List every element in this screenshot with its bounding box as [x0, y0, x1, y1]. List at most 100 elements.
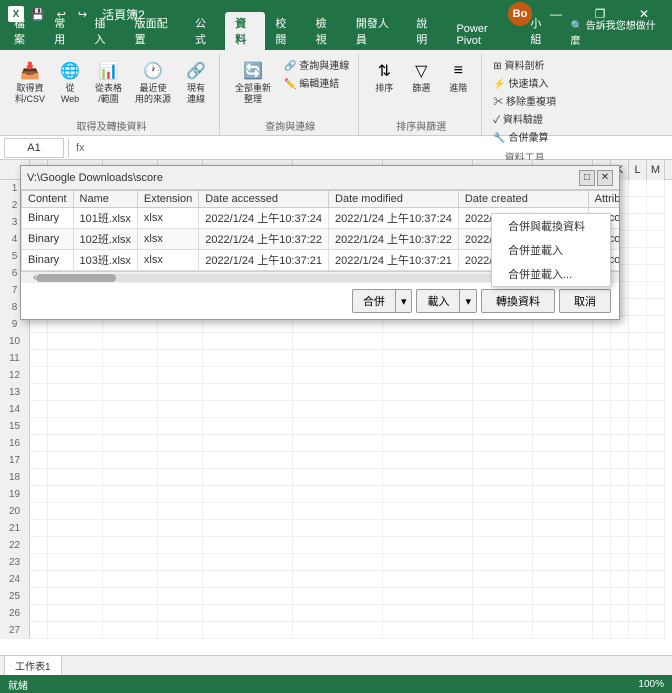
ribbon-btn-filter[interactable]: ▽ 篩選: [404, 56, 438, 97]
get-csv-label: 取得資料/CSV: [15, 83, 45, 105]
dropdown-item-combine-transform[interactable]: 合併與載換資料: [492, 214, 610, 238]
ribbon-btn-validate[interactable]: ✓ 資料驗證: [490, 110, 559, 127]
status-right: 100%: [638, 679, 664, 690]
tab-powerpivot[interactable]: Power Pivot: [446, 20, 520, 50]
ribbon-btn-edit-links[interactable]: ✏️ 編輯連結: [281, 74, 352, 91]
ribbon-btn-sort[interactable]: ⇅ 排序: [367, 56, 401, 97]
combine-dropdown-menu: 合併與載換資料 合併並載入 合併並載入...: [491, 213, 611, 287]
list-item: 101班.xlsx: [73, 208, 137, 229]
ribbon-group-get-data: 📥 取得資料/CSV 🌐 從Web 📊 從表格/範圍 🕐 最近使用的來源 🔗 現…: [4, 54, 220, 135]
tab-team[interactable]: 小組: [520, 12, 560, 50]
tab-view[interactable]: 檢視: [306, 12, 346, 50]
recent-icon: 🕐: [141, 59, 165, 83]
sort-label: 排序: [375, 83, 393, 94]
ribbon-btn-remove-dup[interactable]: ✂ 移除重複項: [490, 92, 559, 109]
combine-btn-group: 合併 ▾: [352, 289, 413, 313]
list-item: Binary: [22, 250, 74, 271]
ribbon-btn-get-csv[interactable]: 📥 取得資料/CSV: [10, 56, 50, 108]
zoom-level: 100%: [638, 679, 664, 690]
ribbon-btn-flash-fill[interactable]: ⚡ 快速填入: [490, 74, 559, 91]
tab-file[interactable]: 檔案: [4, 12, 44, 50]
combine-dropdown-btn[interactable]: ▾: [396, 289, 413, 313]
ribbon-col-data-tools: ⊞ 資料剖析 ⚡ 快速填入 ✂ 移除重複項 ✓ 資料驗證 🔧 合併彙算: [490, 56, 559, 145]
tab-insert[interactable]: 插入: [84, 12, 124, 50]
ribbon-group-get-data-content: 📥 取得資料/CSV 🌐 從Web 📊 從表格/範圍 🕐 最近使用的來源 🔗 現…: [10, 54, 213, 116]
list-item: xlsx: [137, 250, 198, 271]
tab-layout[interactable]: 版面配置: [125, 12, 185, 50]
ribbon-group-sort: ⇅ 排序 ▽ 篩選 ≡ 進階 排序與篩選: [361, 54, 482, 135]
ribbon-tabs: 檔案 常用 插入 版面配置 公式 資料 校閱 檢視 開發人員 說明 Power …: [0, 28, 672, 50]
dropdown-item-combine-load[interactable]: 合併並載入: [492, 238, 610, 262]
tab-search[interactable]: 🔍 告訴我您想做什麼: [561, 14, 668, 50]
formula-divider: [68, 139, 69, 157]
tab-review[interactable]: 校閱: [265, 12, 305, 50]
dialog-query: V:\Google Downloads\score □ ✕ Content Na…: [20, 165, 620, 320]
dialog-footer: 合併 ▾ 載入 ▾ 轉換資料 取消 合併與載換資料 合併並載入 合併並載入...: [21, 283, 619, 319]
ribbon-btn-consolidate[interactable]: 🔧 合併彙算: [490, 128, 559, 145]
list-item: 2022/1/24 上午10:37:21: [329, 250, 459, 271]
tab-formulas[interactable]: 公式: [185, 12, 225, 50]
ribbon-btn-web[interactable]: 🌐 從Web: [53, 56, 87, 108]
ribbon-btn-refresh-all[interactable]: 🔄 全部重新整理: [228, 56, 278, 108]
tab-data[interactable]: 資料: [225, 12, 265, 50]
recent-label: 最近使用的來源: [135, 83, 171, 105]
table-label: 從表格/範圍: [95, 83, 122, 105]
scrollbar-thumb[interactable]: [36, 274, 116, 282]
dialog-overlay: V:\Google Downloads\score □ ✕ Content Na…: [0, 160, 672, 655]
ribbon-btn-recent[interactable]: 🕐 最近使用的來源: [130, 56, 176, 108]
main-area: A B C D E F G H I J K L M 12345678910111…: [0, 160, 672, 655]
th-extension: Extension: [137, 191, 198, 208]
ribbon-group-data-tools-content: ⊞ 資料剖析 ⚡ 快速填入 ✂ 移除重複項 ✓ 資料驗證 🔧 合併彙算: [490, 54, 559, 147]
tab-developer[interactable]: 開發人員: [346, 12, 406, 50]
existing-label: 現有連線: [187, 83, 205, 105]
formula-bar: A1 fx: [0, 136, 672, 160]
web-label: 從Web: [61, 83, 79, 105]
web-icon: 🌐: [58, 59, 82, 83]
load-dropdown-btn[interactable]: ▾: [460, 289, 477, 313]
tab-help[interactable]: 說明: [406, 12, 446, 50]
ribbon-btn-text-column[interactable]: ⊞ 資料剖析: [490, 56, 559, 73]
ribbon: 📥 取得資料/CSV 🌐 從Web 📊 從表格/範圍 🕐 最近使用的來源 🔗 現…: [0, 50, 672, 136]
th-date-created: Date created: [458, 191, 588, 208]
ribbon-group-sort-label: 排序與篩選: [396, 118, 446, 133]
ribbon-group-query-label: 查詢與連線: [265, 118, 315, 133]
dialog-controls: □ ✕: [579, 170, 613, 186]
function-icon[interactable]: fx: [73, 142, 88, 154]
list-item: 2022/1/24 上午10:37:24: [329, 208, 459, 229]
ribbon-group-query: 🔄 全部重新整理 🔗 查詢與連線 ✏️ 編輯連結 查詢與連線: [222, 54, 359, 135]
load-btn-group: 載入 ▾: [416, 289, 477, 313]
name-box[interactable]: A1: [4, 138, 64, 158]
table-header-row: Content Name Extension Date accessed Dat…: [22, 191, 620, 208]
refresh-all-icon: 🔄: [241, 59, 265, 83]
get-csv-icon: 📥: [18, 59, 42, 83]
list-item: Binary: [22, 208, 74, 229]
advanced-label: 進階: [449, 83, 467, 94]
ribbon-group-data-tools: ⊞ 資料剖析 ⚡ 快速填入 ✂ 移除重複項 ✓ 資料驗證 🔧 合併彙算 資料工具: [484, 54, 565, 135]
list-item: xlsx: [137, 229, 198, 250]
dialog-restore-btn[interactable]: □: [579, 170, 595, 186]
dialog-close-btn[interactable]: ✕: [597, 170, 613, 186]
ribbon-btn-advanced[interactable]: ≡ 進階: [441, 56, 475, 97]
list-item: 102班.xlsx: [73, 229, 137, 250]
dialog-title: V:\Google Downloads\score: [27, 172, 163, 184]
list-item: 2022/1/24 上午10:37:24: [199, 208, 329, 229]
list-item: 2022/1/24 上午10:37:21: [199, 250, 329, 271]
th-date-accessed: Date accessed: [199, 191, 329, 208]
dropdown-item-combine-load-to[interactable]: 合併並載入...: [492, 262, 610, 286]
ribbon-btn-query-connections[interactable]: 🔗 查詢與連線: [281, 56, 352, 73]
filter-label: 篩選: [412, 83, 430, 94]
ribbon-btn-existing[interactable]: 🔗 現有連線: [179, 56, 213, 108]
tab-home[interactable]: 常用: [44, 12, 84, 50]
load-main-btn[interactable]: 載入: [416, 289, 460, 313]
combine-main-btn[interactable]: 合併: [352, 289, 396, 313]
list-item: 2022/1/24 上午10:37:22: [199, 229, 329, 250]
th-name: Name: [73, 191, 137, 208]
cancel-btn[interactable]: 取消: [559, 289, 611, 313]
transform-btn[interactable]: 轉換資料: [481, 289, 555, 313]
list-item: Binary: [22, 229, 74, 250]
sheet-tabs: 工作表1: [0, 655, 672, 675]
ribbon-btn-table[interactable]: 📊 從表格/範圍: [90, 56, 127, 108]
sheet-tab-1[interactable]: 工作表1: [4, 655, 62, 675]
sort-icon: ⇅: [372, 59, 396, 83]
ribbon-group-sort-content: ⇅ 排序 ▽ 篩選 ≡ 進階: [367, 54, 475, 116]
